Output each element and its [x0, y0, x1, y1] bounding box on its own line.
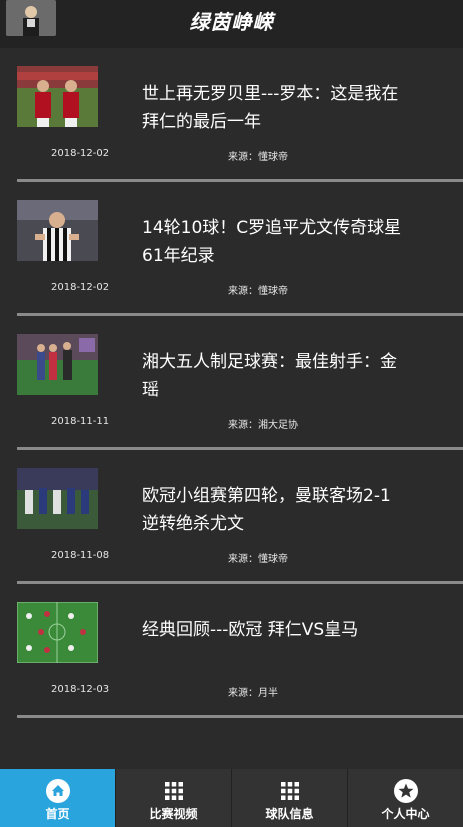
- news-date: 2018-11-11: [51, 416, 110, 427]
- grid-icon: [164, 782, 183, 800]
- news-item[interactable]: 14轮10球！C罗追平尤文传奇球星61年纪录 2018-12-02 来源：懂球帝: [0, 182, 463, 316]
- players-celebrating-photo[interactable]: [17, 66, 98, 127]
- news-item[interactable]: 经典回顾---欧冠 拜仁VS皇马 2018-12-03 来源：月半: [0, 584, 463, 718]
- bottom-tab-bar: 首页 比赛视频 球队信息 个人中心: [0, 769, 463, 827]
- news-headline[interactable]: 湘大五人制足球赛：最佳射手：金瑶: [142, 348, 407, 404]
- news-date: 2018-12-02: [51, 282, 110, 293]
- tab-match-videos[interactable]: 比赛视频: [115, 769, 231, 827]
- news-date: 2018-12-03: [51, 684, 110, 695]
- tab-label: 个人中心: [381, 807, 430, 821]
- news-date: 2018-12-02: [51, 148, 110, 159]
- ronaldo-juventus-photo[interactable]: [17, 200, 98, 261]
- tab-label: 球队信息: [265, 807, 314, 821]
- campus-award-photo[interactable]: [17, 334, 98, 395]
- news-source: 来源：懂球帝: [228, 554, 288, 565]
- news-headline[interactable]: 14轮10球！C罗追平尤文传奇球星61年纪录: [142, 214, 407, 270]
- lineup-graphic[interactable]: [17, 602, 98, 663]
- news-item[interactable]: 世上再无罗贝里---罗本：这是我在拜仁的最后一年 2018-12-02 来源：懂…: [0, 48, 463, 182]
- tab-personal-center[interactable]: 个人中心: [347, 769, 463, 827]
- match-action-photo[interactable]: [17, 468, 98, 529]
- news-source: 来源：湘大足协: [228, 420, 298, 431]
- news-headline[interactable]: 世上再无罗贝里---罗本：这是我在拜仁的最后一年: [142, 80, 407, 136]
- home-icon: [45, 779, 70, 803]
- news-headline[interactable]: 欧冠小组赛第四轮，曼联客场2-1逆转绝杀尤文: [142, 482, 407, 538]
- news-source: 来源：月半: [228, 688, 278, 699]
- divider: [17, 715, 463, 718]
- news-headline[interactable]: 经典回顾---欧冠 拜仁VS皇马: [142, 616, 407, 644]
- news-item[interactable]: 湘大五人制足球赛：最佳射手：金瑶 2018-11-11 来源：湘大足协: [0, 316, 463, 450]
- tab-home[interactable]: 首页: [0, 769, 115, 827]
- news-source: 来源：懂球帝: [228, 286, 288, 297]
- star-icon: [393, 779, 418, 803]
- app-header: 绿茵峥嵘: [0, 0, 463, 48]
- tab-label: 比赛视频: [149, 807, 198, 821]
- tab-label: 首页: [45, 807, 70, 821]
- grid-icon: [280, 782, 299, 800]
- tab-team-info[interactable]: 球队信息: [231, 769, 347, 827]
- news-item[interactable]: 欧冠小组赛第四轮，曼联客场2-1逆转绝杀尤文 2018-11-08 来源：懂球帝: [0, 450, 463, 584]
- news-source: 来源：懂球帝: [228, 152, 288, 163]
- app-title: 绿茵峥嵘: [189, 10, 274, 34]
- news-date: 2018-11-08: [51, 550, 110, 561]
- news-list: 世上再无罗贝里---罗本：这是我在拜仁的最后一年 2018-12-02 来源：懂…: [0, 48, 463, 718]
